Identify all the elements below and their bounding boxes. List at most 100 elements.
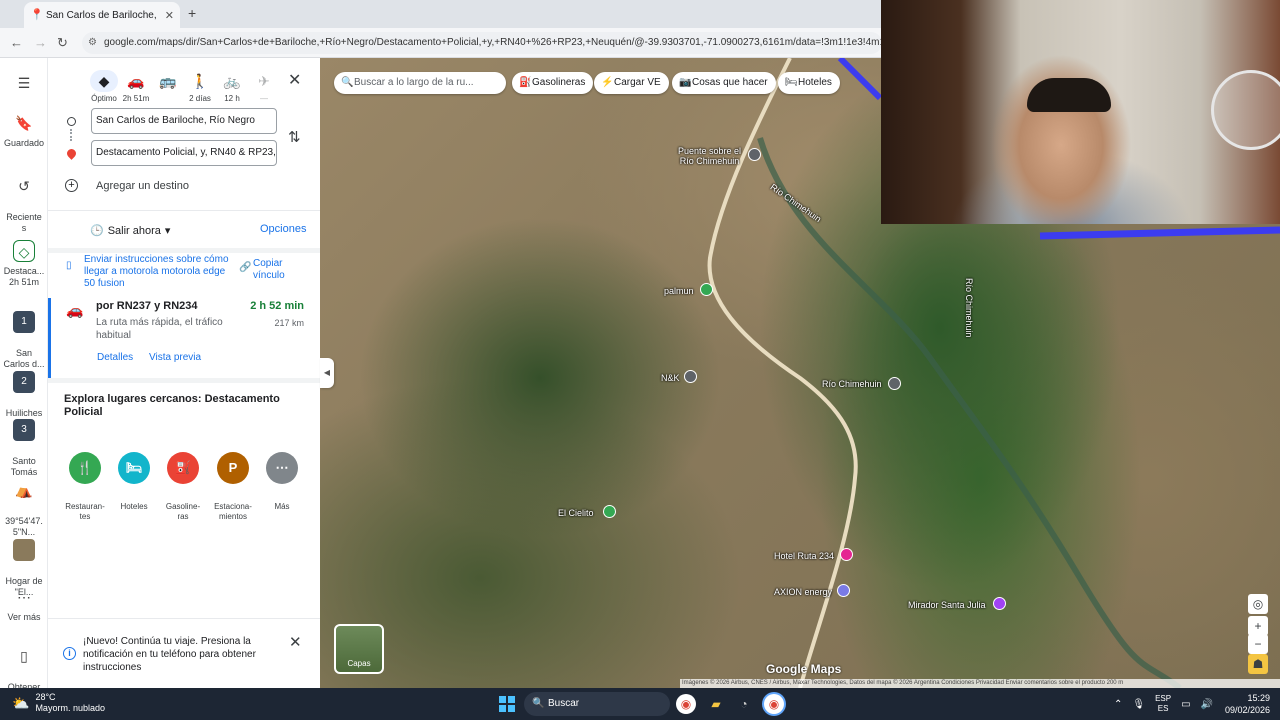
poi-pin-icon[interactable] bbox=[700, 283, 713, 296]
copy-link-button[interactable]: 🔗 Copiar vínculo bbox=[239, 258, 313, 282]
options-button[interactable]: Opciones bbox=[260, 223, 306, 235]
route-details-link[interactable]: Detalles bbox=[97, 352, 133, 363]
add-destination-link[interactable]: Agregar un destino bbox=[96, 180, 189, 192]
new-tab-icon[interactable]: + bbox=[188, 5, 196, 21]
url-field[interactable]: ⚙ google.com/maps/dir/San+Carlos+de+Bari… bbox=[82, 32, 882, 54]
chrome-app-icon[interactable]: ◉ bbox=[676, 694, 696, 714]
layers-button[interactable]: Capas bbox=[334, 624, 384, 674]
map-label[interactable]: palmun bbox=[664, 286, 694, 296]
hotel-icon: 🛏 bbox=[785, 77, 798, 88]
windows-taskbar: ⛅ 28°C Mayorm. nublado 🔍 Buscar ◉ ▰ ◔ ◉ … bbox=[0, 688, 1280, 720]
travel-mode-bike[interactable]: 🚲 12 h bbox=[214, 70, 250, 103]
zoom-out-icon[interactable]: − bbox=[1248, 634, 1268, 654]
travel-mode-label: — bbox=[260, 94, 268, 103]
rail-recent[interactable]: ↺ Reciente s bbox=[0, 164, 48, 234]
network-icon[interactable]: ▭ bbox=[1181, 699, 1190, 710]
forward-icon[interactable]: → bbox=[34, 35, 47, 50]
taskbar-clock[interactable]: 15:29 09/02/2026 bbox=[1220, 692, 1270, 716]
map-label[interactable]: AXION energy bbox=[774, 587, 832, 597]
tray-overflow-icon[interactable]: ⌃ bbox=[1114, 699, 1122, 710]
gas-pin-icon[interactable] bbox=[837, 584, 850, 597]
route-line bbox=[1039, 226, 1280, 240]
rail-active-sub: 2h 51m bbox=[8, 277, 40, 287]
search-along-route-input[interactable]: 🔍 Buscar a lo largo de la ru... bbox=[334, 72, 506, 94]
travel-mode-walk[interactable]: 🚶 2 días bbox=[182, 70, 218, 103]
poi-pin-icon[interactable] bbox=[603, 505, 616, 518]
collapse-panel-icon[interactable]: ◀ bbox=[320, 358, 334, 388]
category-label: Gasoline- ras bbox=[165, 502, 201, 521]
chip-hotels[interactable]: 🛏 Hoteles bbox=[778, 72, 840, 94]
app-icon[interactable]: ◔ bbox=[734, 694, 754, 714]
travel-mode-best[interactable]: ◆ Óptimo bbox=[86, 70, 122, 103]
location-pin-icon: ⛺ bbox=[15, 482, 33, 498]
chip-things-to-do[interactable]: 📷 Cosas que hacer bbox=[672, 72, 776, 94]
category-parking[interactable]: P Estaciona- mientos bbox=[210, 442, 256, 522]
recent-thumbnail: 1 bbox=[13, 311, 35, 333]
recent-thumbnail: 2 bbox=[13, 371, 35, 393]
travel-mode-label: Óptimo bbox=[91, 94, 117, 103]
poi-pin-icon[interactable] bbox=[748, 148, 761, 161]
poi-pin-icon[interactable] bbox=[684, 370, 697, 383]
map-label[interactable]: Hotel Ruta 234 bbox=[774, 551, 834, 561]
chip-ev-charging[interactable]: ⚡ Cargar VE bbox=[594, 72, 669, 94]
send-to-phone-link[interactable]: ▯ Enviar instrucciones sobre cómo llegar… bbox=[66, 254, 236, 286]
close-directions-icon[interactable]: ✕ bbox=[288, 70, 301, 90]
map-label[interactable]: Mirador Santa Julia bbox=[908, 600, 986, 610]
menu-button[interactable]: ☰ bbox=[0, 72, 48, 98]
taskbar-search[interactable]: 🔍 Buscar bbox=[524, 692, 670, 716]
reload-icon[interactable]: ↻ bbox=[57, 35, 68, 51]
travel-mode-flight[interactable]: ✈ — bbox=[246, 70, 282, 103]
category-restaurants[interactable]: 🍴 Restauran- tes bbox=[62, 442, 108, 522]
rail-saved[interactable]: 🔖 Guardado bbox=[0, 112, 48, 149]
back-icon[interactable]: ← bbox=[10, 35, 23, 50]
map-attribution: Imágenes © 2026 Airbus, CNES / Airbus, M… bbox=[680, 679, 1280, 688]
depart-now-dropdown[interactable]: 🕒 Salir ahora ▾ bbox=[90, 220, 170, 242]
start-button[interactable] bbox=[499, 696, 515, 712]
divider bbox=[48, 210, 320, 211]
destination-input[interactable]: Destacamento Policial, y, RN40 & RP23, N… bbox=[91, 140, 277, 166]
phone-icon: ▯ bbox=[20, 648, 28, 664]
swap-icon[interactable]: ⇅ bbox=[288, 128, 301, 146]
map-label[interactable]: Puente sobre el Río Chimehuin bbox=[678, 146, 741, 166]
close-tab-icon[interactable]: ✕ bbox=[165, 9, 174, 22]
microphone-icon[interactable]: 🎙 bbox=[1132, 699, 1145, 710]
category-gas-stations[interactable]: ⛽ Gasoline- ras bbox=[160, 442, 206, 522]
chip-gas-stations[interactable]: ⛽ Gasolineras bbox=[512, 72, 594, 94]
chrome-app-active-icon[interactable]: ◉ bbox=[764, 694, 784, 714]
clock-date: 09/02/2026 bbox=[1224, 705, 1270, 715]
travel-mode-car[interactable]: 🚗 2h 51m bbox=[118, 70, 154, 103]
map-label[interactable]: N&K bbox=[661, 373, 680, 383]
weather-widget[interactable]: ⛅ 28°C Mayorm. nublado bbox=[12, 692, 105, 714]
more-dots-icon: ⋯ bbox=[266, 452, 298, 484]
copy-link-label: Copiar vínculo bbox=[253, 258, 285, 281]
ev-charging-icon: ⚡ bbox=[601, 77, 614, 88]
travel-mode-transit[interactable]: 🚌 bbox=[150, 70, 186, 94]
close-notice-icon[interactable]: ✕ bbox=[289, 633, 302, 651]
origin-input[interactable]: San Carlos de Bariloche, Río Negro bbox=[91, 108, 277, 134]
volume-icon[interactable]: 🔊 bbox=[1201, 699, 1213, 710]
browser-tab[interactable]: 📍 San Carlos de Bariloche, Río Negro ✕ bbox=[24, 2, 180, 28]
lang-top: ESP bbox=[1155, 694, 1172, 703]
street-view-pegman-icon[interactable]: ☗ bbox=[1248, 654, 1268, 674]
explore-nearby-title: Explora lugares cercanos: Destacamento P… bbox=[64, 393, 280, 418]
route-option-card[interactable]: 🚗 por RN237 y RN234 2 h 52 min La ruta m… bbox=[48, 294, 320, 378]
category-more[interactable]: ⋯ Más bbox=[259, 442, 305, 512]
viewpoint-pin-icon[interactable] bbox=[993, 597, 1006, 610]
category-hotels[interactable]: 🛏 Hoteles bbox=[111, 442, 157, 512]
language-indicator[interactable]: ESP ES bbox=[1155, 694, 1171, 714]
route-preview-link[interactable]: Vista previa bbox=[149, 352, 201, 363]
file-explorer-icon[interactable]: ▰ bbox=[706, 694, 726, 714]
map-label[interactable]: El Cielito bbox=[558, 508, 594, 518]
zoom-in-icon[interactable]: + bbox=[1248, 616, 1268, 636]
best-route-icon: ◆ bbox=[90, 70, 118, 92]
poi-pin-icon[interactable] bbox=[888, 377, 901, 390]
site-info-icon[interactable]: ⚙ bbox=[88, 32, 97, 54]
my-location-icon[interactable]: ◎ bbox=[1248, 594, 1268, 614]
chip-label: Cargar VE bbox=[614, 77, 661, 88]
map-label[interactable]: Río Chimehuin bbox=[822, 379, 882, 389]
webcam-person bbox=[1027, 78, 1111, 112]
hotel-pin-icon[interactable] bbox=[840, 548, 853, 561]
rail-active-directions[interactable]: ◇ Destaca... 2h 51m bbox=[0, 240, 48, 288]
route-description: La ruta más rápida, el tráfico habitual bbox=[96, 317, 223, 341]
rail-more[interactable]: ⋯ Ver más bbox=[0, 586, 48, 623]
